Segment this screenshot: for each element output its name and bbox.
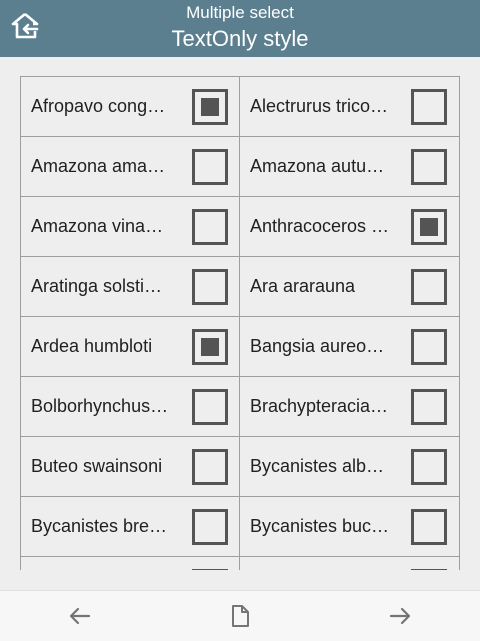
item-label: Ara ararauna [250,276,356,296]
item-label: Bycanistes bre… [31,516,168,536]
checkbox[interactable] [411,269,447,305]
item-label: Alectrurus trico… [250,96,389,116]
list-item[interactable]: Bangsia aureo… [240,317,460,377]
list-item[interactable]: Buteo swainsoni [21,437,240,497]
list-item[interactable]: Bycanistes bre… [21,497,240,557]
checkbox-checked[interactable] [192,329,228,365]
item-label: Aratinga solsti… [31,276,163,296]
checkbox[interactable] [411,329,447,365]
list-item[interactable]: Amazona ama… [21,137,240,197]
item-label: Bangsia aureo… [250,336,385,356]
item-label: Ardea humbloti [31,336,153,356]
list-item[interactable]: Amazona vina… [21,197,240,257]
checkbox[interactable] [411,509,447,545]
list-item[interactable]: Afropavo cong… [21,77,240,137]
header-bar: Multiple select TextOnly style [0,0,480,57]
checkbox[interactable] [192,269,228,305]
list-item[interactable]: Aratinga solsti… [21,257,240,317]
item-label: Amazona vina… [31,216,164,236]
checkbox[interactable] [192,209,228,245]
checkbox[interactable] [192,569,228,570]
list-item[interactable]: Brachypteracia… [240,377,460,437]
arrow-right-icon[interactable] [387,603,413,629]
item-label: Brachypteracia… [250,396,389,416]
checkbox[interactable] [192,149,228,185]
item-label: Bolborhynchus… [31,396,169,416]
footer-nav [0,590,480,641]
item-label: Anthracoceros … [250,216,390,236]
list-item[interactable]: Amazona autu… [240,137,460,197]
selection-list[interactable]: Afropavo cong… Alectrurus trico… Amazona a… [20,76,460,570]
checkbox[interactable] [411,389,447,425]
list-item[interactable]: Bycanistes alb… [240,437,460,497]
checkbox[interactable] [411,149,447,185]
list-item[interactable]: Anthracoceros … [240,197,460,257]
checkbox[interactable] [411,569,447,570]
list-item[interactable]: Ardea humbloti [21,317,240,377]
header-subtitle: Multiple select [186,3,294,22]
item-label: Amazona autu… [250,156,385,176]
item-label: Bycanistes alb… [250,456,385,476]
item-label: Afropavo cong… [31,96,166,116]
arrow-left-icon[interactable] [67,603,93,629]
list-item[interactable]: Ara ararauna [240,257,460,317]
checkbox[interactable] [192,509,228,545]
list-item[interactable]: Alectrurus trico… [240,77,460,137]
selection-grid: Afropavo cong… Alectrurus trico… Amazona a… [20,76,460,570]
page-title: TextOnly style [171,26,309,51]
item-label: Buteo swainsoni [31,456,163,476]
item-label: Amazona ama… [31,156,166,176]
list-item[interactable]: Bycanistes buc… [240,497,460,557]
item-label: Bycanistes buc… [250,516,390,536]
checkbox[interactable] [411,89,447,125]
checkbox[interactable] [192,449,228,485]
checkbox[interactable] [411,449,447,485]
checkbox-checked[interactable] [192,89,228,125]
list-item[interactable] [240,557,460,570]
list-item[interactable]: Bolborhynchus… [21,377,240,437]
checkbox-checked[interactable] [411,209,447,245]
checkbox[interactable] [192,389,228,425]
list-item[interactable] [21,557,240,570]
document-icon[interactable] [227,603,253,629]
